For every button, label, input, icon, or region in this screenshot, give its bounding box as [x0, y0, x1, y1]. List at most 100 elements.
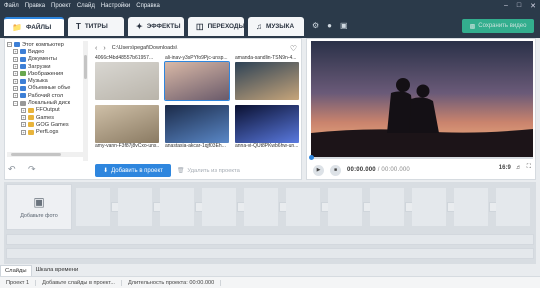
toolbar-icons: ⚙ ● ▣	[312, 21, 348, 30]
undo-icon[interactable]: ↶	[8, 164, 16, 175]
tree-item[interactable]: + PerfLogs	[7, 129, 89, 136]
menu-file[interactable]: Файл	[4, 3, 19, 9]
empty-slide-slot[interactable]	[244, 188, 278, 226]
expand-icon[interactable]: +	[13, 78, 18, 84]
add-photo-placeholder[interactable]: ▣ Добавьте фото	[6, 184, 72, 230]
bell-icon[interactable]: ●	[327, 21, 332, 30]
tree-item[interactable]: − Локальный диск	[7, 99, 89, 106]
back-arrow-icon[interactable]: ‹	[95, 45, 97, 52]
redo-icon[interactable]: ↷	[28, 164, 36, 175]
tree-item[interactable]: + GOG Games	[7, 121, 89, 128]
stop-icon: ■	[333, 167, 338, 173]
expand-icon[interactable]: +	[13, 85, 18, 91]
gear-icon[interactable]: ⚙	[312, 21, 319, 30]
tree-item-label: Документы	[28, 56, 57, 63]
remove-from-project-button[interactable]: 🗑 Удалить из проекта	[177, 164, 249, 177]
expand-icon[interactable]: +	[13, 56, 18, 62]
tree-item[interactable]: + Музыка	[7, 77, 89, 84]
minimize-icon[interactable]: –	[504, 2, 508, 10]
empty-slide-slot[interactable]	[118, 188, 152, 226]
camera-icon[interactable]: ▣	[340, 21, 348, 30]
tab-slides[interactable]: Слайды	[0, 265, 32, 276]
maximize-icon[interactable]: □	[517, 2, 521, 10]
media-thumbnail[interactable]: anna-vi-QUt8PKwb6hw-un...	[235, 105, 299, 150]
empty-slide-slot[interactable]	[160, 188, 194, 226]
tree-item[interactable]: + Games	[7, 114, 89, 121]
tree-item[interactable]: + Загрузки	[7, 63, 89, 70]
seek-bar[interactable]	[309, 155, 533, 160]
media-thumbnail[interactable]: ali-inav-y3sPYfo9Pjc-unsp...	[164, 55, 230, 101]
fullscreen-icon[interactable]: ⛶	[527, 164, 531, 171]
favorite-heart-icon[interactable]: ♡	[290, 44, 297, 53]
tab-music[interactable]: ♫ МУЗЫКА	[248, 17, 304, 36]
add-photo-label: Добавьте фото	[20, 213, 58, 219]
expand-icon[interactable]: +	[21, 122, 26, 128]
tab-files[interactable]: 📁 ФАЙЛЫ	[4, 17, 64, 36]
play-button[interactable]: ▶	[313, 164, 324, 176]
forward-arrow-icon[interactable]: ›	[103, 45, 105, 52]
expand-icon[interactable]: −	[13, 100, 18, 106]
music-track[interactable]	[6, 234, 534, 245]
empty-slide-slot[interactable]	[328, 188, 362, 226]
empty-slide-slot[interactable]	[496, 188, 530, 226]
menu-project[interactable]: Проект	[51, 3, 71, 9]
add-to-project-label: Добавить в проект	[111, 167, 163, 174]
expand-icon[interactable]: +	[13, 64, 18, 70]
expand-icon[interactable]: +	[13, 49, 18, 55]
tab-effects[interactable]: ✦ ЭФФЕКТЫ	[128, 17, 184, 36]
empty-slide-slot[interactable]	[286, 188, 320, 226]
status-bar: Проект 1 Добавьте слайды в проект... Дли…	[0, 276, 540, 288]
scroll-thumb[interactable]	[84, 55, 87, 79]
tree-scrollbar-vertical[interactable]	[83, 41, 88, 161]
menu-settings[interactable]: Настройки	[101, 3, 130, 9]
voice-track[interactable]	[6, 248, 534, 259]
save-video-button[interactable]: ▩ Сохранить видео	[462, 19, 534, 33]
empty-slide-slot[interactable]	[202, 188, 236, 226]
folder-tree: − Этот компьютер + Видео + Документы + Загрузки…	[7, 41, 89, 161]
tab-transitions[interactable]: ◫ ПЕРЕХОДЫ	[188, 17, 245, 36]
add-to-project-button[interactable]: ⬇ Добавить в проект	[95, 164, 171, 177]
slides-area: ▣ Добавьте фото	[4, 182, 536, 264]
expand-icon[interactable]: +	[21, 129, 26, 135]
empty-slide-slot[interactable]	[454, 188, 488, 226]
expand-icon[interactable]: +	[21, 115, 26, 121]
tab-titles[interactable]: T ТИТРЫ	[68, 17, 124, 36]
expand-icon[interactable]: +	[13, 71, 18, 77]
volume-icon[interactable]: ♬	[516, 165, 522, 171]
tree-item[interactable]: + FFOutput	[7, 107, 89, 114]
media-thumbnail[interactable]: anastasia-akcar-1qjf03Eh...	[165, 105, 229, 150]
view-tabs: Слайды Шкала времени	[0, 265, 540, 276]
media-thumbnail[interactable]: amy-vann-F3f87j8vCxo-uns...	[95, 105, 159, 150]
aspect-ratio-selector[interactable]: 16:9	[499, 165, 511, 171]
tree-item-label: Локальный диск	[28, 100, 71, 107]
thumbnail-image	[164, 61, 230, 101]
tree-item[interactable]: + Изображения	[7, 70, 89, 77]
menu-help[interactable]: Справка	[136, 3, 160, 9]
tree-scrollbar-horizontal[interactable]	[7, 152, 83, 157]
media-thumbnail[interactable]: amanda-sandlin-TSN9n-4...	[235, 55, 299, 100]
stop-button[interactable]: ■	[330, 164, 341, 176]
menu-slide[interactable]: Слайд	[77, 3, 95, 9]
status-hint: Добавьте слайды в проект...	[36, 279, 122, 286]
tree-item[interactable]: + Рабочий стол	[7, 92, 89, 99]
expand-icon[interactable]: +	[21, 107, 26, 113]
tab-timeline[interactable]: Шкала времени	[32, 265, 83, 276]
empty-slide-slot[interactable]	[412, 188, 446, 226]
thumbnail-caption: amy-vann-F3f87j8vCxo-uns...	[95, 143, 159, 149]
tree-item[interactable]: + Документы	[7, 56, 89, 63]
tree-item[interactable]: + Видео	[7, 48, 89, 55]
empty-slide-slot[interactable]	[76, 188, 110, 226]
media-thumbnail[interactable]: 4066cf4bd48557b61957...	[95, 55, 159, 100]
total-time: / 00:00.000	[377, 167, 410, 173]
scroll-thumb[interactable]	[11, 153, 61, 156]
tree-item[interactable]: − Этот компьютер	[7, 41, 89, 48]
seek-handle[interactable]	[309, 155, 314, 160]
tree-item-label: Музыка	[28, 78, 48, 85]
close-icon[interactable]: ✕	[530, 2, 536, 10]
menu-edit[interactable]: Правка	[25, 3, 45, 9]
expand-icon[interactable]: +	[13, 93, 18, 99]
tree-item[interactable]: + Объемные объе	[7, 85, 89, 92]
folder-icon: 📁	[12, 23, 22, 32]
empty-slide-slot[interactable]	[370, 188, 404, 226]
expand-icon[interactable]: −	[7, 42, 12, 48]
